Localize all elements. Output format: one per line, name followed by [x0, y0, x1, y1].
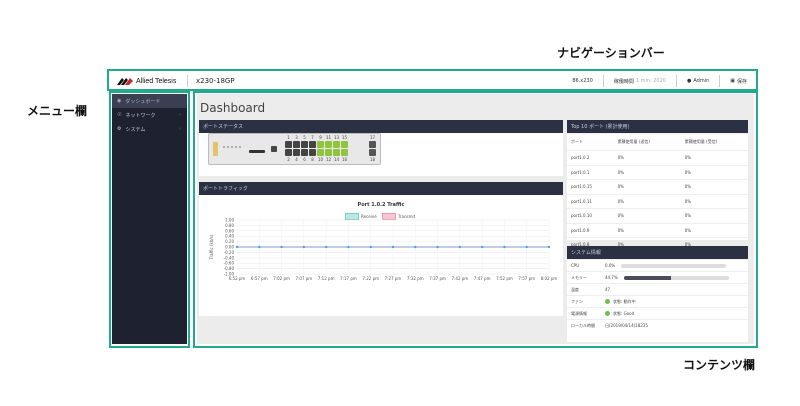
content-highlight-frame: [193, 91, 758, 348]
navbar-highlight-frame: [107, 69, 758, 91]
menu-highlight-frame: [109, 91, 190, 348]
navbar-callout: ナビゲーションバー: [557, 46, 665, 60]
menu-callout: メニュー欄: [27, 104, 88, 118]
content-callout: コンテンツ欄: [683, 358, 756, 372]
